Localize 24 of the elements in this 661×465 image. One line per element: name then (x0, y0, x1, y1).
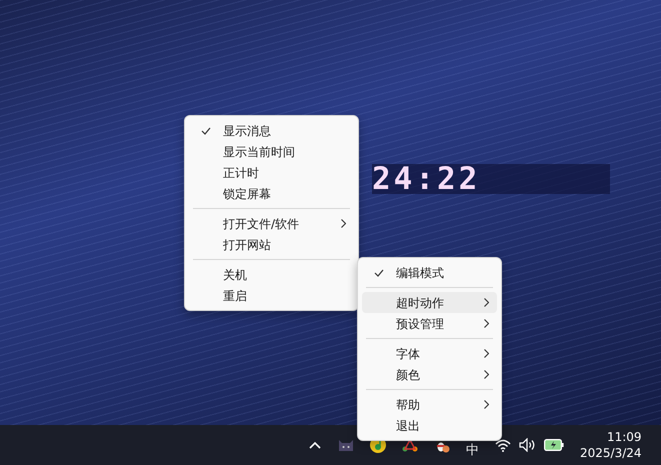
menu-item[interactable]: 退出 (362, 415, 497, 436)
menu-item[interactable]: 关机 (189, 264, 354, 285)
menu-item[interactable]: 帮助 (362, 394, 497, 415)
menu-item[interactable]: 编辑模式 (362, 262, 497, 283)
cat-icon[interactable] (338, 438, 354, 452)
menu-item[interactable]: 显示当前时间 (189, 141, 354, 162)
menu-item[interactable]: 打开文件/软件 (189, 213, 354, 234)
input-method-indicator[interactable]: 中 (466, 444, 479, 456)
chevron-up-icon[interactable] (308, 440, 322, 450)
menu-item[interactable]: 超时动作 (362, 292, 497, 313)
menu-item[interactable]: 颜色 (362, 364, 497, 385)
menu-item[interactable]: 重启 (189, 285, 354, 306)
menu-item[interactable]: 锁定屏幕 (189, 183, 354, 204)
taskbar-time[interactable]: 11:09 (580, 429, 642, 445)
menu-item[interactable]: 字体 (362, 343, 497, 364)
menu-item[interactable]: 预设管理 (362, 313, 497, 334)
menu-item[interactable]: 正计时 (189, 162, 354, 183)
wifi-icon[interactable] (495, 438, 511, 452)
menu-item[interactable]: 打开网站 (189, 234, 354, 255)
volume-icon[interactable] (519, 438, 536, 452)
menu-item[interactable]: 显示消息 (189, 120, 354, 141)
countdown-clock: 24:22 (372, 160, 480, 198)
taskbar-date[interactable]: 2025/3/24 (580, 445, 642, 461)
battery-icon[interactable] (544, 439, 564, 451)
